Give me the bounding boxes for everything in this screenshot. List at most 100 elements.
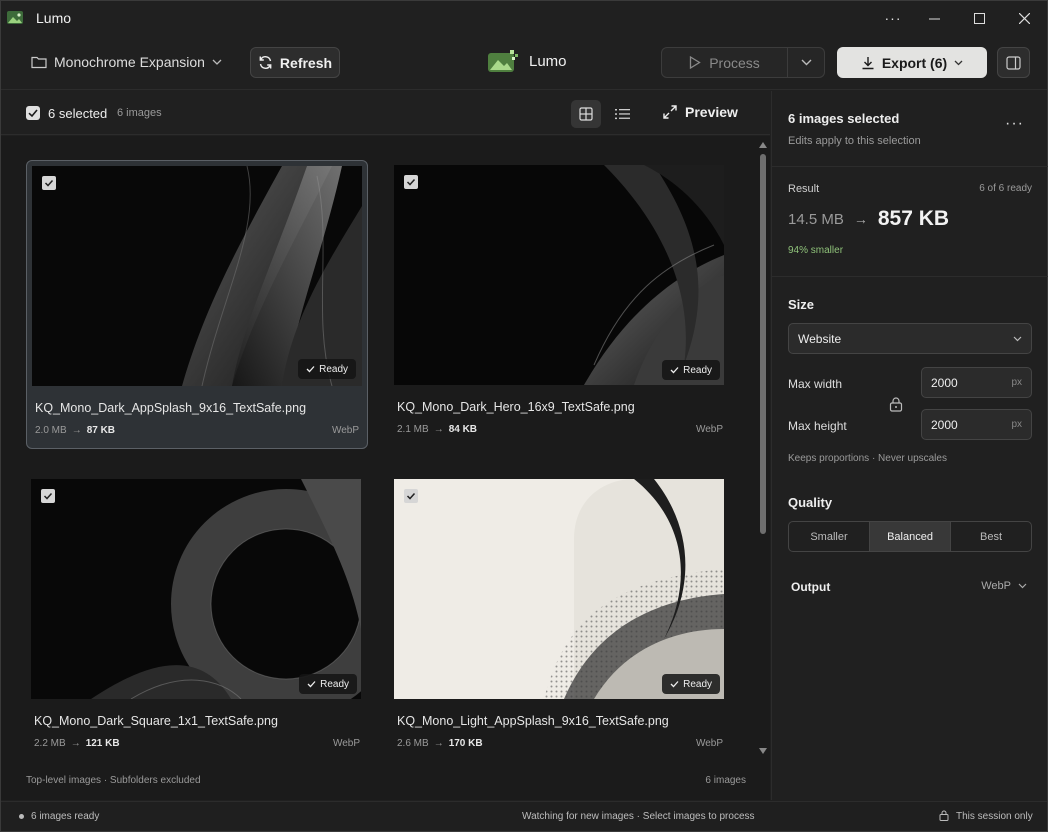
quality-heading: Quality — [788, 495, 833, 510]
quality-option-balanced[interactable]: Balanced — [869, 522, 951, 551]
size-heading: Size — [788, 297, 815, 312]
status-badge: Ready — [662, 360, 720, 380]
scroll-up-icon — [759, 142, 767, 148]
file-format: WebP — [331, 425, 359, 436]
folder-label: Monochrome Expansion — [54, 54, 205, 70]
image-checkbox[interactable] — [404, 489, 418, 503]
export-button[interactable]: Export (6) — [837, 47, 987, 78]
arrow-right-icon: → — [433, 738, 444, 749]
image-checkbox[interactable] — [404, 175, 418, 189]
image-thumbnail[interactable] — [394, 479, 724, 699]
more-options-icon[interactable]: ··· — [1005, 115, 1024, 133]
status-left: 6 images ready — [31, 811, 100, 822]
status-badge: Ready — [662, 674, 720, 694]
max-width-label: Max width — [788, 377, 843, 391]
max-height-label: Max height — [788, 419, 847, 433]
file-name: KQ_Mono_Light_AppSplash_9x16_TextSafe.pn… — [397, 714, 669, 728]
image-checkbox[interactable] — [42, 176, 56, 190]
maximize-button[interactable] — [956, 1, 1002, 35]
close-icon — [1018, 12, 1030, 24]
grid-view-button[interactable] — [571, 100, 601, 128]
grid-scrollbar[interactable] — [756, 136, 770, 760]
file-format: WebP — [695, 738, 723, 749]
footer-image-count: 6 images — [705, 775, 746, 786]
result-label: Result — [788, 183, 820, 195]
arrow-right-icon: → — [853, 211, 868, 227]
scope-note: Top-level images · Subfolders excluded — [26, 775, 201, 786]
preview-button[interactable]: Preview — [663, 104, 738, 120]
chevron-down-icon — [801, 59, 811, 66]
app-window: Lumo ··· Monochrome Expansion Refresh Lu… — [0, 0, 1048, 832]
output-format-select[interactable]: WebP — [981, 580, 1027, 592]
refresh-label: Refresh — [279, 54, 333, 71]
select-all-checkbox[interactable] — [26, 106, 40, 120]
max-height-value: 2000 — [931, 417, 958, 432]
file-size: 2.6 MB → 170 KB — [397, 738, 483, 749]
minimize-icon — [928, 18, 940, 19]
original-size: 2.0 MB — [35, 425, 67, 436]
file-size: 2.0 MB → 87 KB — [35, 425, 115, 436]
check-icon — [307, 681, 316, 688]
preview-label: Preview — [685, 104, 738, 120]
refresh-button[interactable]: Refresh — [250, 47, 340, 78]
export-label: Export (6) — [881, 54, 948, 71]
side-panel: 6 images selected Edits apply to this se… — [771, 91, 1048, 800]
result-sizes: 14.5 MB → 857 KB — [788, 207, 949, 231]
close-button[interactable] — [1001, 1, 1047, 35]
brand-name: Lumo — [529, 52, 567, 70]
lock-icon[interactable] — [889, 397, 903, 412]
maximize-icon — [973, 12, 985, 24]
selection-subtitle: Edits apply to this selection — [788, 135, 921, 147]
output-size: 87 KB — [86, 425, 116, 436]
max-width-input[interactable]: 2000 px — [921, 367, 1032, 398]
max-height-input[interactable]: 2000 px — [921, 409, 1032, 440]
original-size: 2.2 MB — [34, 738, 66, 749]
grid-header: 6 selected 6 images Preview — [1, 91, 770, 135]
chevron-down-icon — [212, 59, 222, 65]
list-view-button[interactable] — [607, 100, 637, 128]
image-thumbnail[interactable] — [32, 166, 362, 386]
selection-title: 6 images selected — [788, 111, 900, 126]
toggle-side-panel-button[interactable] — [997, 47, 1030, 78]
original-size: 2.6 MB — [397, 738, 429, 749]
ellipsis-icon: ··· — [884, 10, 902, 26]
image-card[interactable]: Ready KQ_Mono_Dark_Square_1x1_TextSafe.p… — [26, 474, 368, 763]
size-preset-select[interactable]: Website — [788, 323, 1032, 354]
image-thumbnail[interactable] — [31, 479, 361, 699]
result-saving: 94% smaller — [788, 245, 844, 256]
image-card[interactable]: Ready KQ_Mono_Light_AppSplash_9x16_TextS… — [389, 474, 731, 763]
minimize-button[interactable] — [911, 1, 957, 35]
max-width-unit: px — [1011, 377, 1022, 388]
quality-option-best[interactable]: Best — [951, 522, 1031, 551]
selection-summary: 6 images selected Edits apply to this se… — [772, 91, 1048, 167]
checkmark-icon — [43, 492, 53, 500]
lock-icon — [939, 810, 949, 821]
scroll-thumb[interactable] — [760, 154, 766, 534]
process-button[interactable]: Process — [661, 47, 788, 78]
title-bar: Lumo ··· — [1, 1, 1047, 35]
image-card[interactable]: Ready KQ_Mono_Dark_Hero_16x9_TextSafe.pn… — [389, 160, 731, 449]
file-size: 2.2 MB → 121 KB — [34, 738, 120, 749]
status-label: Ready — [683, 678, 712, 690]
toolbar: Monochrome Expansion Refresh Lumo Proces… — [1, 35, 1047, 90]
result-from: 14.5 MB — [788, 210, 844, 228]
image-thumbnail[interactable] — [394, 165, 724, 385]
image-card[interactable]: Ready KQ_Mono_Dark_AppSplash_9x16_TextSa… — [26, 160, 368, 449]
checkmark-icon — [44, 179, 54, 187]
file-format: WebP — [332, 738, 360, 749]
status-bar: 6 images ready Watching for new images ·… — [1, 801, 1047, 831]
process-options-button[interactable] — [788, 47, 825, 78]
chevron-down-icon — [954, 60, 963, 65]
side-panel-icon — [1006, 55, 1021, 70]
status-dot-icon — [19, 814, 24, 819]
quality-option-smaller[interactable]: Smaller — [789, 522, 869, 551]
quality-segmented-control: Smaller Balanced Best — [788, 521, 1032, 552]
more-window-button[interactable]: ··· — [870, 1, 916, 35]
folder-picker[interactable]: Monochrome Expansion — [23, 47, 230, 77]
image-grid: Ready KQ_Mono_Dark_AppSplash_9x16_TextSa… — [1, 136, 770, 800]
result-ready: 6 of 6 ready — [979, 183, 1032, 194]
image-checkbox[interactable] — [41, 489, 55, 503]
refresh-icon — [259, 56, 272, 69]
arrow-right-icon: → — [71, 425, 82, 436]
output-size: 84 KB — [448, 424, 478, 435]
